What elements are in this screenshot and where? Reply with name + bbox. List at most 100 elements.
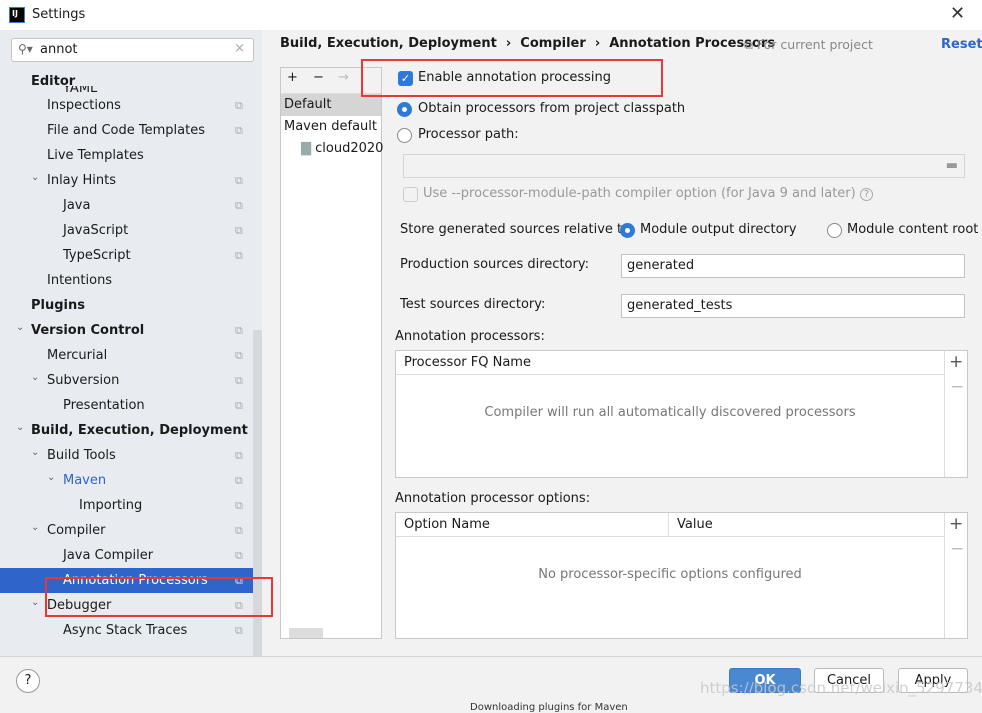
breadcrumb-item: Compiler <box>520 36 586 51</box>
processor-options-table: Option Name Value No processor-specific … <box>395 512 968 639</box>
close-icon[interactable]: ✕ <box>950 3 965 24</box>
chevron-down-icon[interactable]: ⌄ <box>31 440 39 465</box>
module-output-label: Module output directory <box>640 222 797 237</box>
tree-item[interactable]: Inspections ⧉ <box>0 93 262 118</box>
module-path-checkbox[interactable] <box>403 187 418 202</box>
title-bar: IJ Settings ✕ <box>0 0 982 30</box>
tree-item[interactable]: JavaScript ⧉ <box>0 218 262 243</box>
highlight-box <box>361 59 663 97</box>
tree-item-label: Maven <box>63 473 107 488</box>
search-value: annot <box>40 42 78 57</box>
search-input[interactable]: ⚲▾ annot × <box>11 38 254 62</box>
project-scope-icon: ⧉ <box>235 249 243 262</box>
tree-item[interactable]: ⌄ Build Tools ⧉ <box>0 443 262 468</box>
module-content-radio[interactable] <box>827 223 842 238</box>
folder-icon: ▇ <box>301 141 311 156</box>
project-scope-icon: ⧉ <box>235 124 243 137</box>
breadcrumb: Build, Execution, Deployment › Compiler … <box>280 36 776 51</box>
obtain-classpath-label: Obtain processors from project classpath <box>418 101 686 116</box>
tree-item-label: Inspections <box>47 98 121 113</box>
breadcrumb-item: Build, Execution, Deployment <box>280 36 497 51</box>
column-header[interactable]: Option Name <box>396 513 669 537</box>
folder-icon[interactable]: ▬ <box>946 155 958 177</box>
production-sources-input[interactable]: generated <box>621 254 965 278</box>
tree-item-label: File and Code Templates <box>47 123 205 138</box>
tree-item[interactable]: ⌄ Compiler ⧉ <box>0 518 262 543</box>
project-scope-icon: ⧉ <box>235 524 243 537</box>
chevron-down-icon[interactable]: ⌄ <box>31 515 39 540</box>
project-scope-icon: ⧉ <box>235 499 243 512</box>
tree-item-label: Async Stack Traces <box>63 623 188 638</box>
tree-item[interactable]: ⌄ Version Control ⧉ <box>0 318 262 343</box>
test-sources-input[interactable]: generated_tests <box>621 294 965 318</box>
processor-options-title: Annotation processor options: <box>395 491 591 506</box>
project-scope-icon: ⧉ <box>235 349 243 362</box>
tree-item[interactable]: ⌄ Maven ⧉ <box>0 468 262 493</box>
chevron-down-icon[interactable]: ⌄ <box>16 415 24 440</box>
tree-item-label: Plugins <box>31 298 85 313</box>
annotation-processors-title: Annotation processors: <box>395 329 545 344</box>
for-current-project: ⧉ For current project <box>744 37 873 52</box>
module-content-label: Module content root <box>847 222 979 237</box>
tree-item[interactable]: Async Stack Traces ⧉ <box>0 618 262 643</box>
tree-item[interactable]: TypeScript ⧉ <box>0 243 262 268</box>
tree-item-label: Intentions <box>47 273 113 288</box>
tree-item[interactable]: Java Compiler ⧉ <box>0 543 262 568</box>
tree-item-label: Inlay Hints <box>47 173 116 188</box>
processors-table: Processor FQ Name Compiler will run all … <box>395 350 968 478</box>
profiles-scrollbar[interactable] <box>289 628 323 638</box>
highlight-box <box>45 577 273 617</box>
chevron-down-icon[interactable]: ⌄ <box>47 465 55 490</box>
remove-processor-button[interactable]: − <box>950 377 964 397</box>
module-path-label: Use --processor-module-path compiler opt… <box>423 186 874 201</box>
remove-icon[interactable]: − <box>313 70 324 85</box>
clear-icon[interactable]: × <box>234 41 245 56</box>
profiles-panel: + − → Default Maven default ar ▇ cloud20… <box>280 67 383 639</box>
processor-path-input[interactable]: ▬ <box>403 154 965 178</box>
tree-item[interactable]: ⌄ Subversion ⧉ <box>0 368 262 393</box>
tree-item[interactable]: Intentions <box>0 268 262 293</box>
obtain-classpath-radio[interactable] <box>397 102 412 117</box>
project-scope-icon: ⧉ <box>235 449 243 462</box>
add-icon[interactable]: + <box>287 70 298 85</box>
chevron-down-icon[interactable]: ⌄ <box>31 165 39 190</box>
reset-link[interactable]: Reset <box>941 37 982 52</box>
module-output-radio[interactable] <box>620 223 635 238</box>
tree-item[interactable]: ⌄ Inlay Hints ⧉ <box>0 168 262 193</box>
project-scope-icon: ⧉ <box>235 399 243 412</box>
tree-item[interactable]: Presentation ⧉ <box>0 393 262 418</box>
add-processor-button[interactable]: + <box>949 352 963 372</box>
module-path-text: Use --processor-module-path compiler opt… <box>423 186 856 201</box>
profile-maven-default[interactable]: Maven default ar <box>284 116 381 138</box>
remove-option-button[interactable]: − <box>950 539 964 559</box>
column-header[interactable]: Value <box>669 513 944 537</box>
for-current-project-label: For current project <box>756 37 873 52</box>
column-header[interactable]: Processor FQ Name <box>396 351 944 375</box>
tree-item-label: Live Templates <box>47 148 144 163</box>
profile-default[interactable]: Default <box>281 94 381 116</box>
project-scope-icon: ⧉ <box>235 224 243 237</box>
processor-path-radio[interactable] <box>397 128 412 143</box>
chevron-down-icon[interactable]: ⌄ <box>31 590 39 615</box>
help-icon[interactable]: ? <box>859 188 874 201</box>
tree-item[interactable]: Plugins <box>0 293 262 318</box>
chevron-down-icon[interactable]: ⌄ <box>31 365 39 390</box>
test-sources-label: Test sources directory: <box>400 297 546 312</box>
project-scope-icon: ⧉ <box>235 324 243 337</box>
project-scope-icon: ⧉ <box>235 549 243 562</box>
add-option-button[interactable]: + <box>949 514 963 534</box>
tree-item-label: Version Control <box>31 323 145 338</box>
project-scope-icon: ⧉ <box>235 174 243 187</box>
module-cloud2020[interactable]: ▇ cloud2020 <box>301 138 383 160</box>
tree-item-label: Java Compiler <box>63 548 154 563</box>
app-logo-icon: IJ <box>9 7 25 23</box>
chevron-down-icon[interactable]: ⌄ <box>16 315 24 340</box>
move-icon[interactable]: → <box>338 70 349 85</box>
tree-item-label: YAML <box>63 86 98 96</box>
tree-item-label: Compiler <box>47 523 106 538</box>
tree-item[interactable]: Java ⧉ <box>0 193 262 218</box>
tree-item-label: Importing <box>79 498 143 513</box>
empty-message: No processor-specific options configured <box>538 567 802 582</box>
tree-item[interactable]: File and Code Templates ⧉ <box>0 118 262 143</box>
help-button[interactable]: ? <box>16 669 40 693</box>
